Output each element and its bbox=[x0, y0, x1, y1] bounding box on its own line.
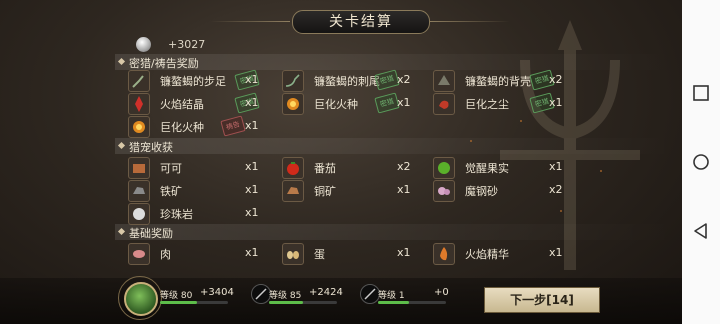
giant-tinder-icon bbox=[282, 93, 304, 115]
hero-avatar[interactable] bbox=[124, 282, 158, 316]
fire-crystal-icon bbox=[128, 93, 150, 115]
perlite-icon bbox=[128, 203, 150, 225]
giant-dust-icon bbox=[433, 93, 455, 115]
section-base-label: 基础奖励 bbox=[129, 227, 173, 240]
item-qty: x2 bbox=[549, 73, 563, 86]
prayer-stamp: 祷告 bbox=[220, 115, 246, 137]
hero-stat: 等级 80 +3404 bbox=[160, 287, 234, 312]
hunt-stamp: 密猎 bbox=[374, 92, 400, 114]
giant-tinder-icon bbox=[128, 116, 150, 138]
item-qty: x2 bbox=[397, 73, 411, 86]
item-qty: x1 bbox=[397, 96, 411, 109]
item-qty: x1 bbox=[245, 206, 259, 219]
item-qty: x1 bbox=[397, 183, 411, 196]
item-qty: x2 bbox=[549, 183, 563, 196]
meat-icon bbox=[128, 243, 150, 265]
scorpion-shell-icon bbox=[433, 70, 455, 92]
item-qty: x2 bbox=[397, 160, 411, 173]
item-qty: x1 bbox=[245, 119, 259, 132]
scorpion-tail-icon bbox=[282, 70, 304, 92]
section-hunt-label: 密猎/祷告奖励 bbox=[129, 57, 199, 70]
magic-steel-sand-icon bbox=[433, 180, 455, 202]
section-pet: 猎宠收获 bbox=[115, 138, 680, 154]
item-qty: x1 bbox=[549, 96, 563, 109]
egg-icon bbox=[282, 243, 304, 265]
pet-avatar[interactable] bbox=[360, 284, 380, 304]
item-qty: x1 bbox=[549, 246, 563, 259]
pet-stat: 等级 85 +2424 bbox=[269, 287, 343, 312]
recent-apps-icon[interactable] bbox=[690, 82, 712, 104]
pet-stat: 等级 1 +0 bbox=[378, 287, 449, 312]
scorpion-leg-icon bbox=[128, 70, 150, 92]
xp-bar bbox=[160, 301, 198, 304]
coin-value: +3027 bbox=[168, 38, 206, 51]
item-qty: x1 bbox=[245, 160, 259, 173]
pet-avatar[interactable] bbox=[251, 284, 271, 304]
page-title: 关卡结算 bbox=[292, 10, 430, 34]
home-icon[interactable] bbox=[690, 151, 712, 173]
section-base: 基础奖励 bbox=[115, 224, 680, 240]
item-qty: x1 bbox=[245, 246, 259, 259]
item-qty: x1 bbox=[245, 96, 259, 109]
section-pet-label: 猎宠收获 bbox=[129, 141, 173, 154]
coin-icon bbox=[136, 37, 151, 52]
tomato-icon bbox=[282, 157, 304, 179]
item-qty: x1 bbox=[245, 183, 259, 196]
xp-bar bbox=[269, 301, 303, 304]
cocoa-icon bbox=[128, 157, 150, 179]
awakening-fruit-icon bbox=[433, 157, 455, 179]
title-bar: 关卡结算 bbox=[0, 10, 682, 34]
copper-ore-icon bbox=[282, 180, 304, 202]
item-qty: x1 bbox=[397, 246, 411, 259]
item-qty: x1 bbox=[549, 160, 563, 173]
fire-essence-icon bbox=[433, 243, 455, 265]
system-nav-bar bbox=[682, 0, 720, 324]
back-icon[interactable] bbox=[690, 220, 712, 242]
item-qty: x1 bbox=[245, 73, 259, 86]
iron-ore-icon bbox=[128, 180, 150, 202]
section-hunt: 密猎/祷告奖励 bbox=[115, 54, 680, 70]
next-step-button[interactable]: 下一步[14] bbox=[484, 287, 600, 313]
xp-bar bbox=[378, 301, 409, 304]
